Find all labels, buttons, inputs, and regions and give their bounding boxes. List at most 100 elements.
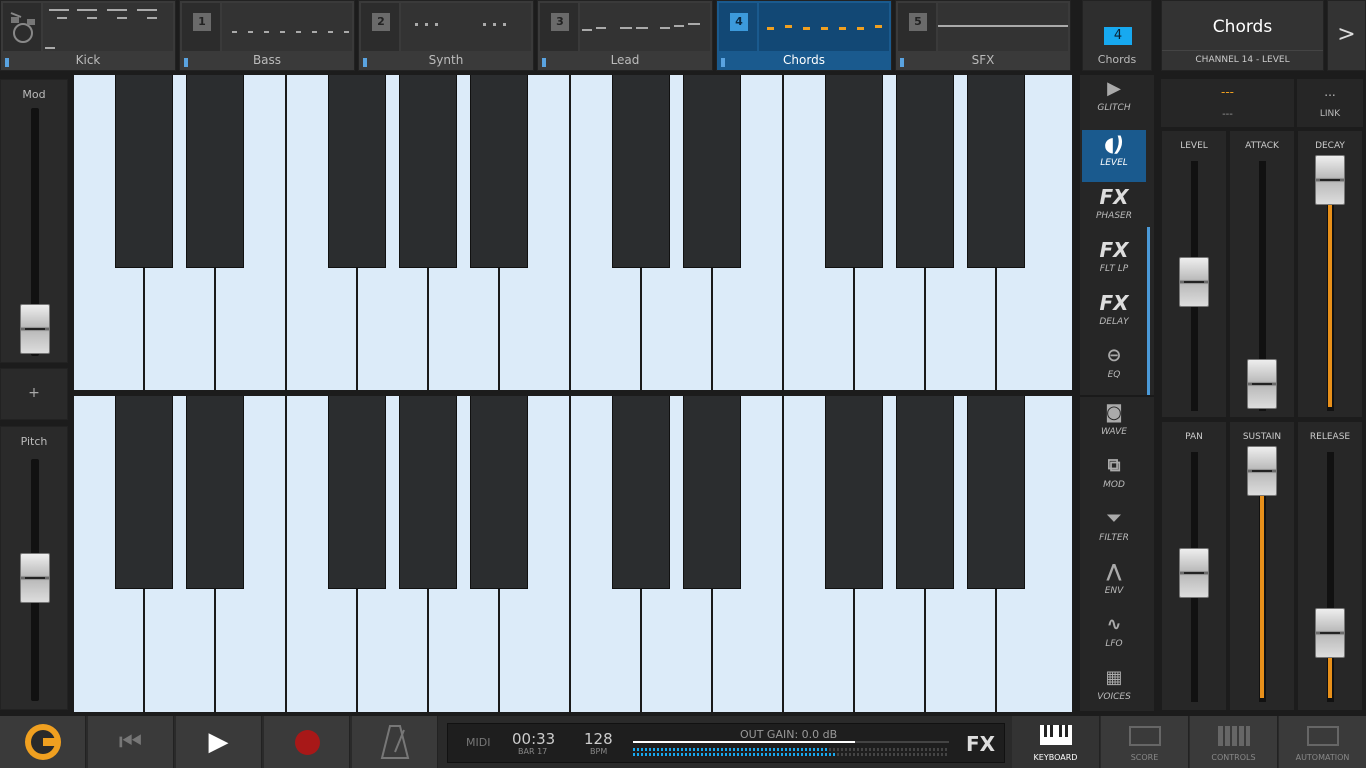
pitch-wheel-slider[interactable] [20, 553, 50, 603]
track-kick[interactable]: Kick [0, 0, 176, 71]
track-name: SFX [971, 53, 995, 67]
sustain-control: SUSTAIN [1229, 421, 1295, 711]
out-gain-slider[interactable] [633, 741, 855, 743]
channel-number: 4 [1104, 27, 1132, 45]
black-key[interactable] [328, 75, 386, 268]
black-key[interactable] [186, 75, 244, 268]
view-keyboard[interactable]: KEYBOARD [1012, 716, 1100, 768]
pan-control: PAN [1161, 421, 1227, 711]
fx-level[interactable]: ◖) LEVEL [1082, 130, 1146, 182]
mod-wheel-slider[interactable] [20, 304, 50, 354]
track-synth[interactable]: 2 Synth [358, 0, 534, 71]
eq-icon: ⊖ [1106, 345, 1122, 366]
link-button[interactable]: ... LINK [1297, 79, 1363, 127]
synth-wave[interactable]: ◙ WAVE [1082, 399, 1146, 451]
synth-mod[interactable]: ⧉ MOD [1082, 452, 1146, 504]
track-strip: Kick 1 Bass 2 Synth 3 Lead 4 Chords 5 SF… [0, 0, 1076, 72]
pan-slider[interactable] [1179, 548, 1209, 598]
fx-icon: FX [1099, 238, 1129, 262]
pattern-preview [759, 3, 889, 51]
mod-label: Mod [22, 88, 46, 101]
bpm-label: BPM [590, 747, 608, 756]
black-key[interactable] [683, 75, 741, 268]
track-bass[interactable]: 1 Bass [179, 0, 355, 71]
black-key[interactable] [399, 75, 457, 268]
black-key[interactable] [825, 396, 883, 589]
status-display: MIDI 00:33 BAR 17 128 BPM OUT GAIN: 0.0 … [447, 723, 1005, 763]
synth-voices[interactable]: ▦ VOICES [1082, 664, 1146, 716]
wave-icon: ◙ [1105, 402, 1123, 423]
black-key[interactable] [115, 396, 173, 589]
fx-filter-lp[interactable]: FX FLT LP [1082, 236, 1146, 288]
add-button[interactable]: + [0, 368, 68, 420]
black-key[interactable] [825, 75, 883, 268]
filter-icon: ⏷ [1106, 508, 1122, 529]
attack-slider[interactable] [1247, 359, 1277, 409]
black-key[interactable] [186, 396, 244, 589]
rewind-button[interactable]: ⏮ [88, 716, 174, 768]
metronome-button[interactable] [352, 716, 438, 768]
fx-phaser[interactable]: FX PHASER [1082, 183, 1146, 235]
black-key[interactable] [612, 75, 670, 268]
release-control: RELEASE [1297, 421, 1363, 711]
black-key[interactable] [683, 396, 741, 589]
meter-left [633, 748, 829, 751]
synth-filter[interactable]: ⏷ FILTER [1082, 505, 1146, 557]
decay-control: DECAY [1297, 130, 1363, 418]
fx-glitch[interactable]: ▶ GLITCH [1082, 75, 1146, 127]
decay-slider[interactable] [1315, 155, 1345, 205]
track-name: Kick [75, 53, 101, 67]
black-key[interactable] [967, 396, 1025, 589]
pattern-preview [580, 3, 710, 51]
black-key[interactable] [896, 396, 954, 589]
black-key[interactable] [470, 396, 528, 589]
channel-selector[interactable]: 4 Chords [1082, 0, 1152, 71]
record-button[interactable] [264, 716, 350, 768]
channel-label: Chords [1097, 53, 1137, 66]
lfo-icon: ∿ [1106, 614, 1122, 635]
param-value-display: --- --- [1161, 79, 1294, 127]
fx-delay[interactable]: FX DELAY [1082, 289, 1146, 341]
track-number: 3 [551, 13, 569, 31]
level-control: LEVEL [1161, 130, 1227, 418]
sustain-slider[interactable] [1247, 446, 1277, 496]
track-chords[interactable]: 4 Chords [716, 0, 892, 71]
keyboard-lower [74, 396, 1072, 712]
pattern-preview [222, 3, 352, 51]
app-logo-button[interactable] [0, 716, 86, 768]
track-number: 4 [730, 13, 748, 31]
bar-display: BAR 17 [518, 747, 548, 756]
black-key[interactable] [399, 396, 457, 589]
pitch-wheel-panel: Pitch [0, 426, 68, 710]
track-number: 1 [193, 13, 211, 31]
black-key[interactable] [115, 75, 173, 268]
next-button[interactable]: > [1327, 0, 1366, 71]
metronome-icon [380, 725, 409, 759]
track-lead[interactable]: 3 Lead [537, 0, 713, 71]
release-slider[interactable] [1315, 608, 1345, 658]
fx-button[interactable]: FX [966, 732, 995, 756]
keyboard-upper [74, 75, 1072, 390]
fx-module-column: ▶ GLITCH ◖) LEVEL FX PHASER FX FLT LP FX DELA… [1080, 75, 1154, 711]
black-key[interactable] [896, 75, 954, 268]
synth-env[interactable]: ⋀ ENV [1082, 558, 1146, 610]
black-key[interactable] [967, 75, 1025, 268]
level-slider[interactable] [1179, 257, 1209, 307]
score-icon [1129, 726, 1161, 746]
view-controls[interactable]: CONTROLS [1190, 716, 1278, 768]
track-sfx[interactable]: 5 SFX [895, 0, 1071, 71]
view-score[interactable]: SCORE [1101, 716, 1189, 768]
track-number: 2 [372, 13, 390, 31]
logo-icon [24, 724, 61, 760]
view-automation[interactable]: AUTOMATION [1279, 716, 1366, 768]
instrument-header[interactable]: Chords CHANNEL 14 - LEVEL [1161, 0, 1324, 71]
black-key[interactable] [328, 396, 386, 589]
black-key[interactable] [470, 75, 528, 268]
fx-eq[interactable]: ⊖ EQ [1082, 342, 1146, 394]
keyboard-icon [1039, 725, 1072, 745]
synth-lfo[interactable]: ∿ LFO [1082, 611, 1146, 663]
track-name: Lead [610, 53, 640, 67]
black-key[interactable] [612, 396, 670, 589]
fx-scrollbar[interactable] [1147, 227, 1150, 395]
play-button[interactable]: ▶ [176, 716, 262, 768]
